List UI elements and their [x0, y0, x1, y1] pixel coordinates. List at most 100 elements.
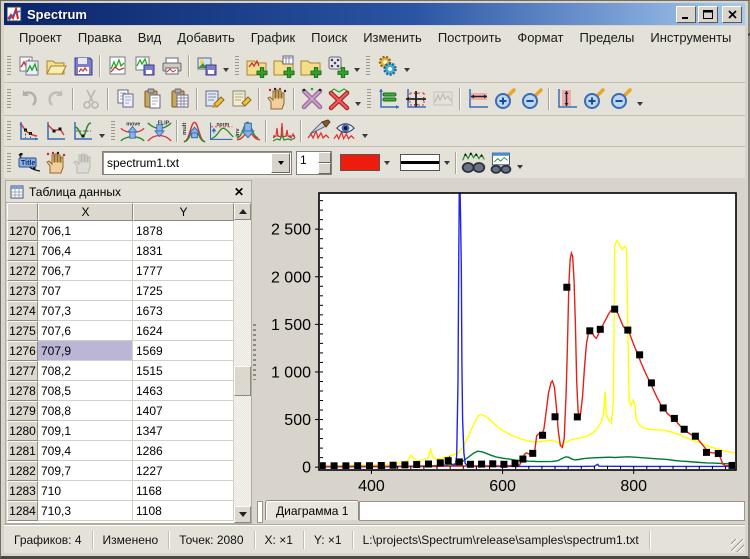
- edit-points-hand-button[interactable]: [42, 149, 69, 176]
- delete-points-button[interactable]: [298, 86, 325, 113]
- cell-y[interactable]: 1878: [133, 221, 234, 241]
- title-button[interactable]: Title: [15, 149, 42, 176]
- undo-button[interactable]: [15, 86, 42, 113]
- cell-x[interactable]: 710,3: [38, 501, 133, 521]
- move-points-hand-button[interactable]: [263, 86, 290, 113]
- add-chart-button[interactable]: [243, 52, 270, 79]
- series-index-spinner[interactable]: 1: [296, 150, 332, 175]
- find-peaks-button[interactable]: [270, 118, 297, 145]
- menu-graph[interactable]: График: [243, 27, 303, 48]
- row-number[interactable]: 1271: [7, 241, 38, 261]
- view-points-glasses-button[interactable]: [460, 149, 487, 176]
- menu-build[interactable]: Построить: [430, 27, 509, 48]
- toolbar-gripper[interactable]: [235, 55, 239, 76]
- hand-tool-disabled-button[interactable]: [69, 149, 96, 176]
- table-row[interactable]: 1282 709,7 1227: [7, 461, 234, 481]
- cell-x[interactable]: 708,2: [38, 361, 133, 381]
- row-number[interactable]: 1280: [7, 421, 38, 441]
- data-panel-header[interactable]: Таблица данных ✕: [6, 181, 251, 203]
- cut-button[interactable]: [77, 86, 104, 113]
- cell-x[interactable]: 708,8: [38, 401, 133, 421]
- menu-search[interactable]: Поиск: [303, 27, 355, 48]
- cell-y[interactable]: 1108: [133, 501, 234, 521]
- cell-y[interactable]: 1227: [133, 461, 234, 481]
- curve-dropdown[interactable]: [96, 117, 108, 146]
- multiply-button[interactable]: mult: [181, 118, 208, 145]
- menu-format[interactable]: Формат: [509, 27, 571, 48]
- save-project-button[interactable]: [69, 52, 96, 79]
- add-dropdown[interactable]: [351, 51, 363, 80]
- open-project-button[interactable]: [42, 52, 69, 79]
- print-button[interactable]: [158, 52, 185, 79]
- toolbar-gripper[interactable]: [111, 121, 115, 141]
- zoom-out-x-button[interactable]: [607, 86, 634, 113]
- spinner-up-button[interactable]: [318, 151, 331, 163]
- table-row[interactable]: 1272 706,7 1777: [7, 261, 234, 281]
- curve-segments-button[interactable]: [42, 118, 69, 145]
- settings-gears-button[interactable]: [374, 52, 401, 79]
- toolbar-gripper[interactable]: [7, 55, 11, 76]
- table-row[interactable]: 1270 706,1 1878: [7, 221, 234, 241]
- cell-y[interactable]: 1831: [133, 241, 234, 261]
- table-row[interactable]: 1278 708,5 1463: [7, 381, 234, 401]
- menu-limits[interactable]: Пределы: [572, 27, 643, 48]
- toolbar-gripper[interactable]: [7, 152, 11, 173]
- new-project-button[interactable]: [15, 52, 42, 79]
- menu-add[interactable]: Добавить: [169, 27, 242, 48]
- scroll-up-icon[interactable]: [234, 203, 251, 220]
- active-file-combobox[interactable]: spectrum1.txt: [102, 150, 292, 175]
- row-number[interactable]: 1273: [7, 281, 38, 301]
- zoom-y-range-button[interactable]: [464, 86, 491, 113]
- fit-xy-button[interactable]: [402, 86, 429, 113]
- spinner-down-button[interactable]: [318, 162, 331, 174]
- zoom-dropdown[interactable]: [634, 85, 646, 114]
- toolbar-gripper[interactable]: [7, 89, 11, 109]
- zoom-in-button[interactable]: [491, 86, 518, 113]
- menu-tools[interactable]: Инструменты: [642, 27, 739, 48]
- menu-help[interactable]: ?: [739, 27, 750, 48]
- toolbar-gripper[interactable]: [366, 55, 370, 76]
- title-bar[interactable]: Spectrum: [4, 3, 745, 25]
- copy-button[interactable]: [112, 86, 139, 113]
- column-header-x[interactable]: X: [38, 203, 133, 221]
- cell-y[interactable]: 1515: [133, 361, 234, 381]
- cut-spectrum-knife-button[interactable]: [305, 118, 332, 145]
- scrollbar-thumb[interactable]: [234, 366, 251, 396]
- row-number[interactable]: 1274: [7, 301, 38, 321]
- cell-y[interactable]: 1673: [133, 301, 234, 321]
- cell-x[interactable]: 707,9: [38, 341, 133, 361]
- cell-y[interactable]: 1286: [133, 441, 234, 461]
- column-header-y[interactable]: Y: [133, 203, 234, 221]
- row-number[interactable]: 1277: [7, 361, 38, 381]
- table-row[interactable]: 1274 707,3 1673: [7, 301, 234, 321]
- row-number[interactable]: 1281: [7, 441, 38, 461]
- cell-x[interactable]: 709,4: [38, 441, 133, 461]
- table-row[interactable]: 1275 707,6 1624: [7, 321, 234, 341]
- series-color-button[interactable]: [338, 151, 392, 175]
- row-number[interactable]: 1279: [7, 401, 38, 421]
- fit-wave-button[interactable]: [429, 86, 456, 113]
- table-row[interactable]: 1279 708,8 1407: [7, 401, 234, 421]
- zoom-x-range-button[interactable]: [553, 86, 580, 113]
- curve-points-button[interactable]: [15, 118, 42, 145]
- curve-spline-button[interactable]: [69, 118, 96, 145]
- zoom-out-button[interactable]: [518, 86, 545, 113]
- tab-diagram-1[interactable]: Диаграмма 1: [265, 500, 360, 520]
- paste-button[interactable]: [139, 86, 166, 113]
- move-curves-button[interactable]: move: [119, 118, 146, 145]
- toolbar-gripper[interactable]: [367, 89, 371, 109]
- row-number[interactable]: 1276: [7, 341, 38, 361]
- scroll-down-icon[interactable]: [234, 506, 251, 523]
- table-row[interactable]: 1283 710 1168: [7, 481, 234, 501]
- cell-y[interactable]: 1725: [133, 281, 234, 301]
- table-scrollbar[interactable]: [234, 203, 251, 523]
- table-row[interactable]: 1273 707 1725: [7, 281, 234, 301]
- menu-modify[interactable]: Изменить: [355, 27, 430, 48]
- flip-curves-button[interactable]: FLIP: [146, 118, 173, 145]
- settings-dropdown[interactable]: [401, 51, 413, 80]
- cell-y[interactable]: 1624: [133, 321, 234, 341]
- normalize-button[interactable]: norm: [208, 118, 235, 145]
- cell-x[interactable]: 706,4: [38, 241, 133, 261]
- zoom-in-x-button[interactable]: [580, 86, 607, 113]
- cell-x[interactable]: 706,7: [38, 261, 133, 281]
